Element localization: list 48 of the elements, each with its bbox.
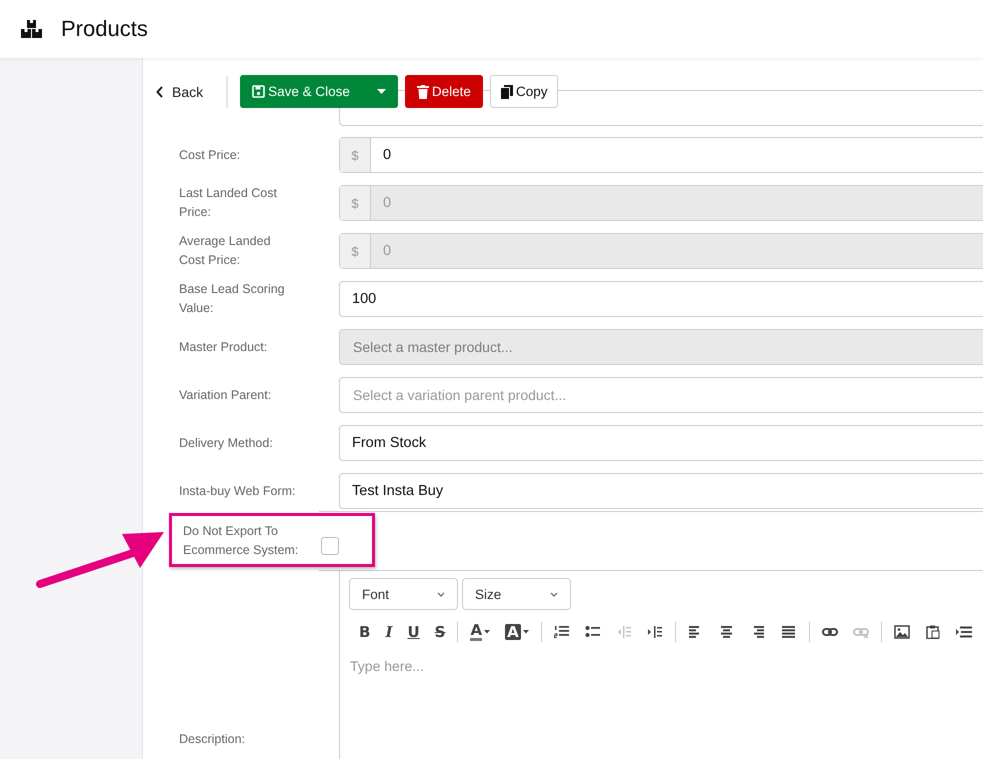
field-label: Cost Price: [179,146,242,164]
bold-button[interactable]: B [359,623,370,641]
align-center-icon[interactable] [718,625,735,639]
select-field[interactable]: From Stock [339,425,983,461]
paste-icon[interactable] [924,625,941,639]
field-label: Base Lead Scoring Value: [179,281,286,317]
image-icon[interactable] [894,625,910,639]
caret-icon [522,630,529,634]
save-close-button[interactable]: Save & Close [240,75,365,108]
select-field[interactable]: Test Insta Buy [339,473,983,509]
field-label: Insta-buy Web Form: [179,482,296,500]
justify-icon[interactable] [780,625,797,639]
bullet-list-icon[interactable] [584,625,601,639]
strike-button[interactable]: S [434,623,446,641]
caret-icon [484,630,490,634]
delete-button[interactable]: Delete [404,75,483,108]
field-label: Delivery Method: [179,434,274,452]
link-icon[interactable] [822,625,838,639]
underline-button[interactable]: U [407,623,420,641]
ordered-list-icon[interactable] [554,625,570,639]
size-dropdown[interactable]: Size [462,578,571,610]
copy-button[interactable]: Copy [490,75,558,108]
chevron-down-icon [437,592,445,596]
field-label: Variation Parent: [179,386,272,404]
currency-addon: $ [340,138,371,172]
trash-icon [416,84,429,98]
caret-icon [376,89,386,94]
page-title: Products [61,16,148,42]
chevron-down-icon [550,592,558,596]
text-color-button[interactable]: A [470,623,490,641]
checkbox[interactable] [321,537,339,555]
field-label: Average Landed Cost Price: [179,233,272,269]
field-label: Master Product: [179,338,268,356]
indent-icon[interactable] [646,625,663,639]
chevron-left-icon [156,86,164,98]
italic-button[interactable]: I [385,623,392,641]
copy-icon [500,84,513,98]
currency-addon: $ [340,234,371,268]
more-icon[interactable] [956,625,972,639]
input-field[interactable]: $ 0 [339,137,983,173]
currency-addon: $ [340,186,371,220]
field-label: Do Not Export To Ecommerce System: [183,523,300,559]
save-options-dropdown[interactable] [364,75,398,108]
field-label: Last Landed Cost Price: [179,185,278,221]
boxes-icon [21,20,43,38]
font-dropdown[interactable]: Font [349,578,458,610]
field-label: Description: [179,731,246,748]
input-field[interactable]: 100 [339,281,983,317]
